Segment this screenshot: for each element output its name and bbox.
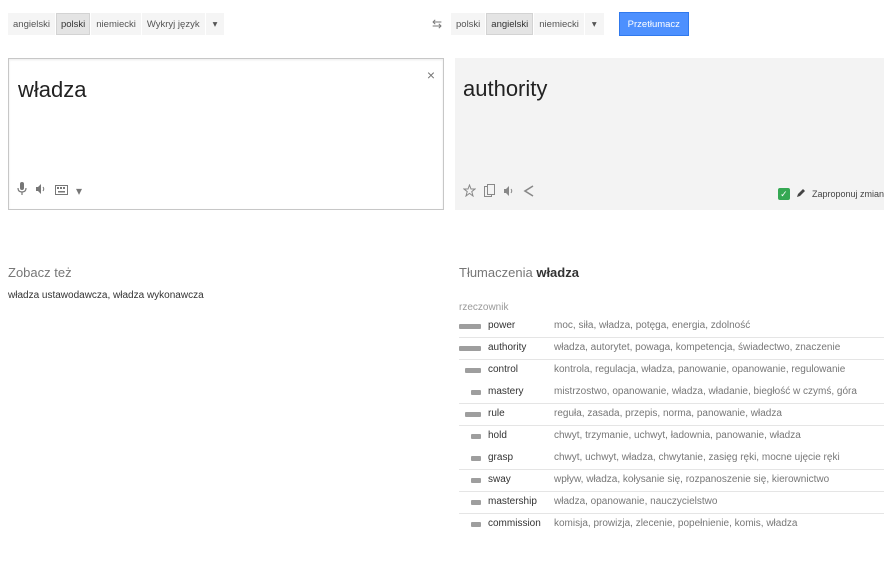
frequency-bar xyxy=(471,478,481,483)
reverse-translations[interactable]: chwyt, trzymanie, uchwyt, ładownia, pano… xyxy=(554,430,801,441)
suggest-edit-label: Zaproponuj zmian xyxy=(811,189,884,199)
copy-icon[interactable] xyxy=(484,184,495,200)
target-lang-english[interactable]: angielski xyxy=(486,13,534,35)
frequency-bar xyxy=(471,390,481,395)
translations-header-prefix: Tłumaczenia xyxy=(459,265,533,280)
translations-header-word: władza xyxy=(536,265,579,280)
reverse-translations[interactable]: reguła, zasada, przepis, norma, panowani… xyxy=(554,408,782,419)
see-also-title: Zobacz też xyxy=(8,265,72,280)
frequency-bar xyxy=(465,368,481,373)
reverse-translations[interactable]: władza, opanowanie, nauczycielstwo xyxy=(554,496,717,507)
target-lang-polish[interactable]: polski xyxy=(451,13,486,35)
speaker-icon[interactable] xyxy=(503,185,515,200)
keyboard-icon[interactable] xyxy=(55,184,68,198)
reverse-translations[interactable]: kontrola, regulacja, władza, panowanie, … xyxy=(554,364,845,375)
source-text[interactable]: władza xyxy=(18,77,86,103)
translation-word[interactable]: control xyxy=(488,364,518,375)
frequency-bar xyxy=(471,456,481,461)
reverse-translations[interactable]: władza, autorytet, powaga, kompetencja, … xyxy=(554,342,840,353)
target-language-bar: polski angielski niemiecki ▾ Przetłumacz xyxy=(451,12,689,36)
translate-button[interactable]: Przetłumacz xyxy=(618,12,689,36)
source-lang-dropdown[interactable]: ▾ xyxy=(205,13,225,35)
translation-word[interactable]: grasp xyxy=(488,452,513,463)
translation-word[interactable]: mastership xyxy=(488,496,537,507)
translation-text: authority xyxy=(463,76,548,101)
frequency-bar xyxy=(471,522,481,527)
pencil-icon xyxy=(796,188,806,200)
translation-word[interactable]: hold xyxy=(488,430,507,441)
target-lang-dropdown[interactable]: ▾ xyxy=(584,13,604,35)
source-input-box[interactable]: władza × ▾ xyxy=(8,58,444,210)
share-icon[interactable] xyxy=(523,184,535,200)
target-lang-german[interactable]: niemiecki xyxy=(534,13,584,35)
translation-word[interactable]: commission xyxy=(488,518,541,529)
source-lang-polish[interactable]: polski xyxy=(55,13,91,35)
swap-icon: ⇆ xyxy=(431,17,443,31)
table-row: mastership władza, opanowanie, nauczyciel… xyxy=(459,492,884,514)
translation-word[interactable]: authority xyxy=(488,342,526,353)
table-row: control kontrola, regulacja, władza, pano… xyxy=(459,360,884,382)
translation-tools xyxy=(462,183,535,200)
microphone-icon[interactable] xyxy=(17,182,27,199)
source-lang-detect[interactable]: Wykryj język xyxy=(141,13,205,35)
source-language-bar: angielski polski niemiecki Wykryj język … xyxy=(8,13,225,35)
table-row: authority władza, autorytet, powaga, komp… xyxy=(459,338,884,360)
translation-word[interactable]: power xyxy=(488,320,515,331)
check-icon: ✓ xyxy=(777,188,790,200)
star-icon[interactable] xyxy=(462,183,477,200)
table-row: mastery mistrzostwo, opanowanie, władza, … xyxy=(459,382,884,404)
translation-output-box: authority ✓ Zaproponuj zmian xyxy=(455,58,884,210)
clear-icon[interactable]: × xyxy=(427,67,435,83)
suggest-edit[interactable]: ✓ Zaproponuj zmian xyxy=(777,188,884,200)
see-also-links[interactable]: władza ustawodawcza, władza wykonawcza xyxy=(8,290,204,301)
frequency-bar xyxy=(459,324,481,329)
table-row: rule reguła, zasada, przepis, norma, pano… xyxy=(459,404,884,426)
translation-word[interactable]: mastery xyxy=(488,386,524,397)
table-row: sway wpływ, władza, kołysanie się, rozpan… xyxy=(459,470,884,492)
translations-table: power moc, siła, władza, potęga, energia,… xyxy=(459,316,884,536)
reverse-translations[interactable]: wpływ, władza, kołysanie się, rozpanosze… xyxy=(554,474,829,485)
frequency-bar xyxy=(459,346,481,351)
source-tools: ▾ xyxy=(17,182,82,199)
chevron-down-icon[interactable]: ▾ xyxy=(76,184,82,198)
translations-header: Tłumaczenia władza xyxy=(459,265,579,280)
swap-languages-button[interactable]: ⇆ xyxy=(424,12,450,36)
reverse-translations[interactable]: moc, siła, władza, potęga, energia, zdol… xyxy=(554,320,750,331)
translation-word[interactable]: rule xyxy=(488,408,505,419)
speaker-icon[interactable] xyxy=(35,183,47,198)
frequency-bar xyxy=(471,434,481,439)
source-lang-english[interactable]: angielski xyxy=(8,13,55,35)
part-of-speech-label: rzeczownik xyxy=(459,302,509,313)
source-lang-german[interactable]: niemiecki xyxy=(91,13,141,35)
table-row: commission komisja, prowizja, zlecenie, p… xyxy=(459,514,884,536)
table-row: power moc, siła, władza, potęga, energia,… xyxy=(459,316,884,338)
reverse-translations[interactable]: mistrzostwo, opanowanie, władza, władani… xyxy=(554,386,857,397)
reverse-translations[interactable]: chwyt, uchwyt, władza, chwytanie, zasięg… xyxy=(554,452,840,463)
reverse-translations[interactable]: komisja, prowizja, zlecenie, popełnienie… xyxy=(554,518,797,529)
table-row: grasp chwyt, uchwyt, władza, chwytanie, z… xyxy=(459,448,884,470)
frequency-bar xyxy=(465,412,481,417)
frequency-bar xyxy=(471,500,481,505)
table-row: hold chwyt, trzymanie, uchwyt, ładownia, … xyxy=(459,426,884,448)
translation-word[interactable]: sway xyxy=(488,474,511,485)
